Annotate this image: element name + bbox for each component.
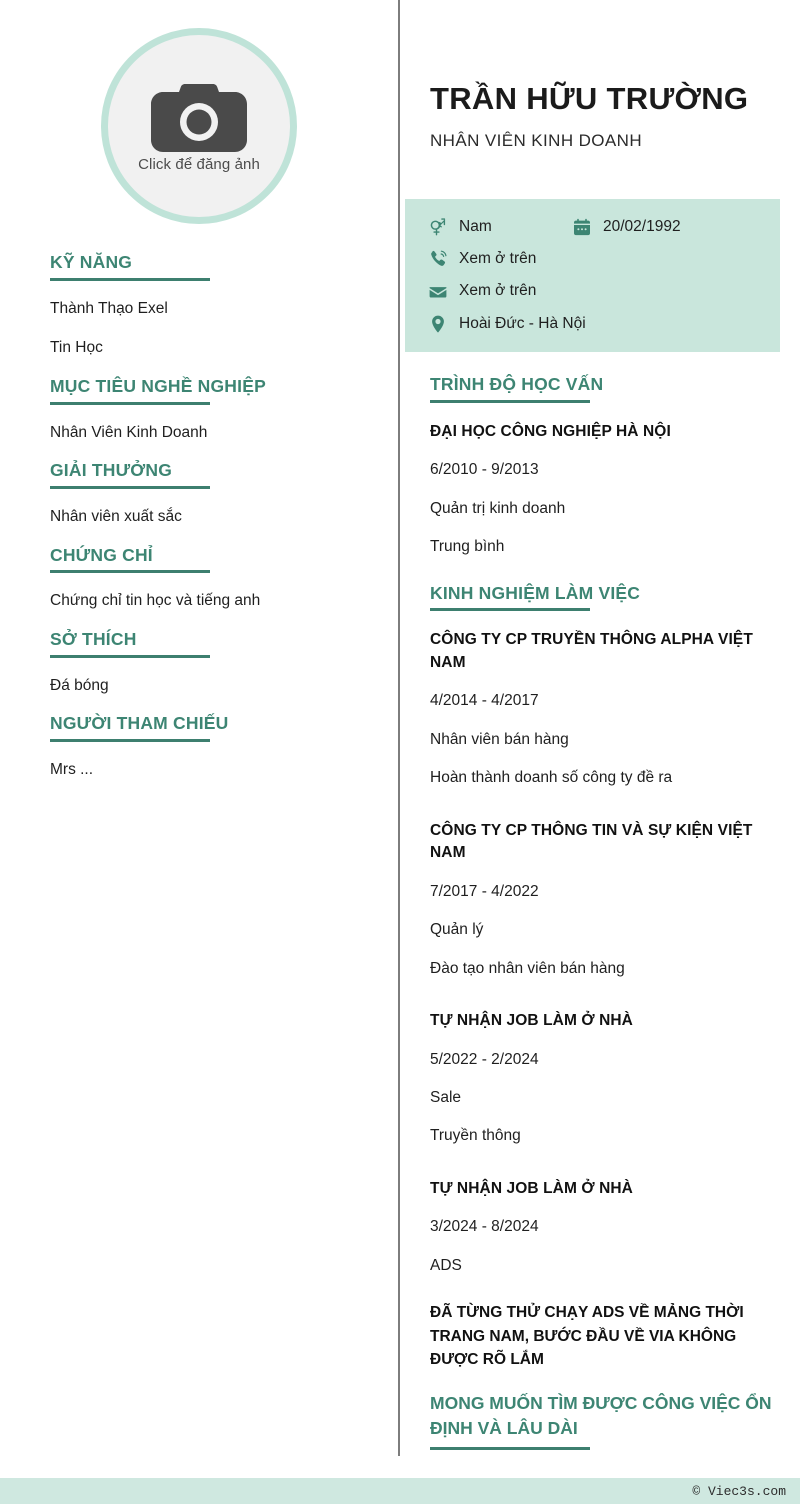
contact-row: Nam 20/02/1992 [429, 217, 780, 237]
main-sections: TRÌNH ĐỘ HỌC VẤN ĐẠI HỌC CÔNG NGHIỆP HÀ … [400, 352, 800, 1450]
list-item: Tin Học [50, 339, 103, 357]
photo-upload-area: Click để đăng ảnh [0, 0, 398, 242]
main-column: TRẦN HỮU TRƯỜNG NHÂN VIÊN KINH DOANH Nam [400, 0, 800, 1456]
experience-entry: CÔNG TY CP THÔNG TIN VÀ SỰ KIỆN VIỆT NAM… [430, 820, 780, 980]
experience-closing-statement: MONG MUỐN TÌM ĐƯỢC CÔNG VIỆC ỔN ĐỊNH VÀ … [430, 1393, 772, 1439]
sidebar-column: Click để đăng ảnh KỸ NĂNG Thành Thạo Exe… [0, 0, 398, 798]
footer-copyright: © Viec3s.com [692, 1483, 786, 1499]
sidebar-section-awards: GIẢI THƯỞNG Nhân viên xuất sắc [50, 460, 398, 528]
cv-page: Click để đăng ảnh KỸ NĂNG Thành Thạo Exe… [0, 0, 800, 1504]
list-item: Nhân Viên Kinh Doanh [50, 423, 208, 441]
company-name: TỰ NHẬN JOB LÀM Ở NHÀ [430, 1012, 633, 1030]
contact-phone: Xem ở trên [429, 249, 536, 269]
heading-underline [430, 608, 590, 612]
section-heading: CHỨNG CHỈ [50, 544, 153, 565]
experience-period: 3/2024 - 8/2024 [430, 1218, 539, 1236]
education-period: 6/2010 - 9/2013 [430, 461, 539, 479]
contact-address: Hoài Đức - Hà Nội [429, 314, 586, 334]
envelope-icon [429, 283, 447, 301]
experience-detail: Đào tạo nhân viên bán hàng [430, 959, 625, 977]
education-grade: Trung bình [430, 538, 505, 556]
section-education: TRÌNH ĐỘ HỌC VẤN ĐẠI HỌC CÔNG NGHIỆP HÀ … [430, 374, 780, 559]
cv-columns: Click để đăng ảnh KỸ NĂNG Thành Thạo Exe… [0, 0, 800, 1456]
sidebar-section-references: NGƯỜI THAM CHIẾU Mrs ... [50, 713, 398, 781]
contact-birthdate-value: 20/02/1992 [603, 218, 681, 236]
sidebar-section-hobbies: SỞ THÍCH Đá bóng [50, 629, 398, 697]
list-item: Nhân viên xuất sắc [50, 508, 182, 526]
contact-birthdate: 20/02/1992 [573, 217, 681, 237]
camera-icon [151, 80, 247, 152]
experience-entry: CÔNG TY CP TRUYỀN THÔNG ALPHA VIỆT NAM 4… [430, 629, 780, 789]
section-heading: SỞ THÍCH [50, 628, 137, 649]
list-item: Mrs ... [50, 761, 94, 779]
photo-upload-button[interactable]: Click để đăng ảnh [101, 28, 297, 224]
page-title: TRẦN HỮU TRƯỜNG [430, 81, 749, 116]
experience-role: Quản lý [430, 921, 484, 939]
closing-underline [430, 1446, 590, 1450]
contact-address-value: Hoài Đức - Hà Nội [459, 314, 586, 332]
heading-underline [50, 277, 210, 281]
experience-period: 4/2014 - 4/2017 [430, 692, 539, 710]
contact-email-value: Xem ở trên [459, 282, 537, 300]
experience-period: 7/2017 - 4/2022 [430, 882, 539, 900]
list-item: Chứng chỉ tin học và tiếng anh [50, 592, 261, 610]
contact-row: Hoài Đức - Hà Nội [429, 314, 780, 334]
experience-role: ADS [430, 1256, 462, 1274]
contact-gender-value: Nam [459, 218, 492, 236]
company-name: TỰ NHẬN JOB LÀM Ở NHÀ [430, 1179, 633, 1197]
list-item: Đá bóng [50, 676, 109, 694]
contact-row: Xem ở trên [429, 249, 780, 269]
experience-entry: TỰ NHẬN JOB LÀM Ở NHÀ 5/2022 - 2/2024 Sa… [430, 1010, 780, 1148]
contact-row: Xem ở trên [429, 281, 780, 301]
section-heading: GIẢI THƯỞNG [50, 460, 173, 481]
company-name: CÔNG TY CP THÔNG TIN VÀ SỰ KIỆN VIỆT NAM [430, 821, 753, 862]
sidebar-section-objective: MỤC TIÊU NGHỀ NGHIỆP Nhân Viên Kinh Doan… [50, 376, 398, 444]
experience-detail: Hoàn thành doanh số công ty đề ra [430, 769, 673, 787]
section-experience: KINH NGHIỆM LÀM VIỆC CÔNG TY CP TRUYỀN T… [430, 583, 780, 1450]
contact-phone-value: Xem ở trên [459, 250, 537, 268]
heading-underline [50, 401, 210, 405]
heading-underline [430, 399, 590, 403]
sidebar-sections: KỸ NĂNG Thành Thạo Exel Tin Học MỤC TIÊU… [0, 242, 398, 782]
experience-role: Nhân viên bán hàng [430, 730, 569, 748]
section-heading: MỤC TIÊU NGHỀ NGHIỆP [50, 375, 266, 396]
section-heading: TRÌNH ĐỘ HỌC VẤN [430, 373, 604, 394]
education-major: Quản trị kinh doanh [430, 499, 566, 517]
experience-entry: TỰ NHẬN JOB LÀM Ở NHÀ 3/2024 - 8/2024 AD… [430, 1178, 780, 1277]
contact-info-box: Nam 20/02/1992 Xem ở trên Xem ở trên Hoà… [405, 199, 780, 352]
calendar-icon [573, 218, 591, 236]
section-heading: NGƯỜI THAM CHIẾU [50, 713, 229, 734]
job-title: NHÂN VIÊN KINH DOANH [430, 131, 643, 151]
photo-upload-caption: Click để đăng ảnh [138, 155, 260, 173]
contact-gender: Nam [429, 217, 573, 237]
sidebar-section-certificates: CHỨNG CHỈ Chứng chỉ tin học và tiếng anh [50, 545, 398, 613]
venus-mars-icon [429, 218, 447, 236]
experience-closing-note: ĐÃ TỪNG THỬ CHẠY ADS VỀ MẢNG THỜI TRANG … [430, 1304, 744, 1368]
sidebar-section-skills: KỸ NĂNG Thành Thạo Exel Tin Học [50, 252, 398, 360]
experience-detail: Truyền thông [430, 1127, 521, 1145]
section-heading: KINH NGHIỆM LÀM VIỆC [430, 582, 641, 603]
location-pin-icon [429, 315, 447, 333]
heading-underline [50, 486, 210, 490]
section-heading: KỸ NĂNG [50, 252, 133, 272]
experience-period: 5/2022 - 2/2024 [430, 1050, 539, 1068]
list-item: Thành Thạo Exel [50, 299, 168, 317]
heading-underline [50, 570, 210, 574]
experience-role: Sale [430, 1089, 462, 1106]
page-footer: © Viec3s.com [0, 1478, 800, 1504]
school-name: ĐẠI HỌC CÔNG NGHIỆP HÀ NỘI [430, 422, 671, 440]
contact-email: Xem ở trên [429, 281, 536, 301]
company-name: CÔNG TY CP TRUYỀN THÔNG ALPHA VIỆT NAM [430, 631, 753, 671]
heading-underline [50, 654, 210, 658]
education-entry: ĐẠI HỌC CÔNG NGHIỆP HÀ NỘI 6/2010 - 9/20… [430, 421, 780, 559]
name-header: TRẦN HỮU TRƯỜNG NHÂN VIÊN KINH DOANH [400, 0, 800, 151]
heading-underline [50, 739, 210, 743]
phone-icon [429, 250, 447, 268]
